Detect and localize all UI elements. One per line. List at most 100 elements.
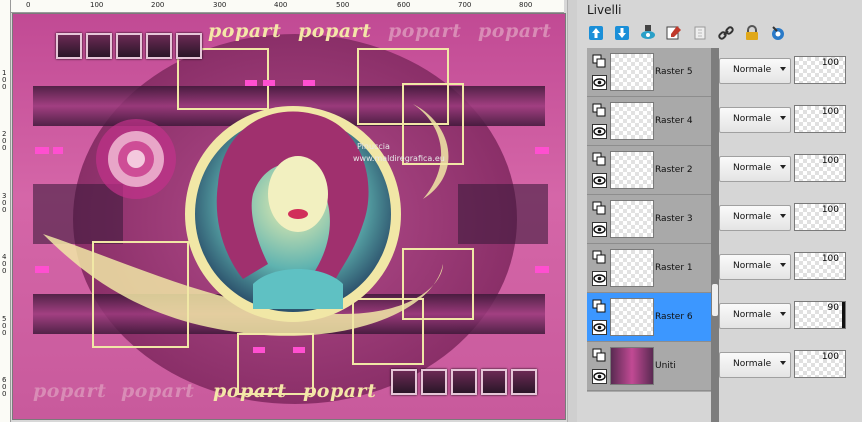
panel-splitter[interactable] bbox=[711, 48, 719, 422]
deco-square bbox=[421, 369, 447, 395]
blend-mode-dropdown[interactable]: Normale bbox=[719, 303, 791, 329]
blend-mode-dropdown[interactable]: Normale bbox=[719, 254, 791, 280]
layer-thumbnail bbox=[610, 200, 654, 238]
opacity-value: 100 bbox=[821, 254, 839, 264]
chevron-down-icon bbox=[780, 116, 786, 120]
ruler-tick-label: 100 bbox=[90, 1, 104, 9]
visibility-eye-icon[interactable] bbox=[592, 75, 607, 90]
popart-text: popart bbox=[478, 20, 552, 42]
opacity-indicator bbox=[842, 302, 845, 328]
visibility-eye-icon[interactable] bbox=[592, 222, 607, 237]
ruler-tick-label: 3 0 0 bbox=[2, 192, 7, 214]
layer-group-icon[interactable] bbox=[592, 348, 607, 363]
popart-text: popart bbox=[213, 380, 287, 402]
chevron-down-icon bbox=[780, 361, 786, 365]
ruler-tick-label: 300 bbox=[213, 1, 227, 9]
layer-properties-row: Normale 100 bbox=[719, 97, 862, 145]
layer-row[interactable]: Raster 4 bbox=[587, 97, 711, 146]
layer-group-icon[interactable] bbox=[592, 103, 607, 118]
adjust-layer-icon[interactable] bbox=[767, 22, 789, 44]
delete-layer-icon[interactable] bbox=[689, 22, 711, 44]
horizontal-ruler: 0 100 200 300 400 500 600 700 800 bbox=[8, 0, 564, 13]
chevron-down-icon bbox=[780, 67, 786, 71]
chevron-down-icon bbox=[780, 263, 786, 267]
new-mask-icon[interactable] bbox=[637, 22, 659, 44]
layer-name: Raster 5 bbox=[655, 67, 693, 77]
layer-group-icon[interactable] bbox=[592, 54, 607, 69]
ruler-tick-label: 2 0 0 bbox=[2, 130, 7, 152]
layer-group-icon[interactable] bbox=[592, 250, 607, 265]
deco-square bbox=[116, 33, 142, 59]
layers-panel: Livelli Raster 5 Raster 4 Raster 2 Raster 3… bbox=[577, 0, 862, 422]
opacity-slider[interactable]: 100 bbox=[794, 105, 846, 133]
layer-row[interactable]: Raster 2 bbox=[587, 146, 711, 195]
opacity-slider[interactable]: 100 bbox=[794, 350, 846, 378]
layer-properties-icon[interactable] bbox=[663, 22, 685, 44]
layer-name: Raster 6 bbox=[655, 312, 693, 322]
deco-square bbox=[511, 369, 537, 395]
blend-mode-dropdown[interactable]: Normale bbox=[719, 352, 791, 378]
opacity-slider[interactable]: 90 bbox=[794, 301, 846, 329]
blend-mode-label: Normale bbox=[733, 163, 772, 173]
visibility-eye-icon[interactable] bbox=[592, 320, 607, 335]
ruler-tick-label: 1 0 0 bbox=[2, 69, 7, 91]
deco-square bbox=[176, 33, 202, 59]
ruler-tick-label: 700 bbox=[458, 1, 472, 9]
popart-text: popart bbox=[388, 20, 462, 42]
layer-properties-row: Normale 90 bbox=[719, 293, 862, 341]
blend-mode-label: Normale bbox=[733, 310, 772, 320]
layer-group-icon[interactable] bbox=[592, 201, 607, 216]
blend-mode-dropdown[interactable]: Normale bbox=[719, 107, 791, 133]
layer-group-icon[interactable] bbox=[592, 152, 607, 167]
opacity-slider[interactable]: 100 bbox=[794, 56, 846, 84]
blend-mode-dropdown[interactable]: Normale bbox=[719, 205, 791, 231]
opacity-value: 90 bbox=[827, 303, 839, 313]
layer-row[interactable]: Raster 1 bbox=[587, 244, 711, 293]
blend-mode-label: Normale bbox=[733, 359, 772, 369]
canvas-vertical-scrollbar[interactable] bbox=[567, 0, 577, 422]
link-layers-icon[interactable] bbox=[715, 22, 737, 44]
new-raster-layer-icon[interactable] bbox=[585, 22, 607, 44]
layer-thumbnail bbox=[610, 347, 654, 385]
popart-text: popart bbox=[303, 380, 377, 402]
layer-row[interactable]: Raster 3 bbox=[587, 195, 711, 244]
popart-artwork: popart popart popart popart popart popar… bbox=[13, 14, 565, 419]
blend-mode-label: Normale bbox=[733, 212, 772, 222]
layer-name: Raster 3 bbox=[655, 214, 693, 224]
lock-icon[interactable] bbox=[741, 22, 763, 44]
deco-square bbox=[391, 369, 417, 395]
deco-square bbox=[146, 33, 172, 59]
opacity-value: 100 bbox=[821, 352, 839, 362]
layer-properties-row: Normale 100 bbox=[719, 342, 862, 390]
layer-row[interactable]: Raster 5 bbox=[587, 48, 711, 97]
image-canvas[interactable]: popart popart popart popart popart popar… bbox=[12, 13, 566, 420]
ruler-tick-label: 200 bbox=[151, 1, 165, 9]
layer-properties-row: Normale 100 bbox=[719, 195, 862, 243]
layer-thumbnail bbox=[610, 53, 654, 91]
blend-mode-dropdown[interactable]: Normale bbox=[719, 58, 791, 84]
layer-row[interactable]: Uniti bbox=[587, 342, 711, 391]
layer-properties-row: Normale 100 bbox=[719, 48, 862, 96]
chevron-down-icon bbox=[780, 165, 786, 169]
ruler-tick-label: 6 0 0 bbox=[2, 376, 7, 398]
visibility-eye-icon[interactable] bbox=[592, 271, 607, 286]
watermark-url: www.maldiregrafica.eu bbox=[353, 154, 445, 163]
opacity-slider[interactable]: 100 bbox=[794, 252, 846, 280]
splitter-handle[interactable] bbox=[712, 284, 718, 316]
layer-group-icon[interactable] bbox=[592, 299, 607, 314]
ruler-tick-label: 600 bbox=[397, 1, 411, 9]
ruler-tick-label: 400 bbox=[274, 1, 288, 9]
chevron-down-icon bbox=[780, 214, 786, 218]
visibility-eye-icon[interactable] bbox=[592, 124, 607, 139]
watermark-author: Pinuccia bbox=[357, 142, 390, 151]
opacity-value: 100 bbox=[821, 107, 839, 117]
visibility-eye-icon[interactable] bbox=[592, 173, 607, 188]
blend-mode-dropdown[interactable]: Normale bbox=[719, 156, 791, 182]
opacity-slider[interactable]: 100 bbox=[794, 203, 846, 231]
layer-row[interactable]: Raster 6 bbox=[587, 293, 711, 342]
opacity-slider[interactable]: 100 bbox=[794, 154, 846, 182]
opacity-value: 100 bbox=[821, 156, 839, 166]
layer-name: Raster 1 bbox=[655, 263, 693, 273]
merge-down-icon[interactable] bbox=[611, 22, 633, 44]
visibility-eye-icon[interactable] bbox=[592, 369, 607, 384]
